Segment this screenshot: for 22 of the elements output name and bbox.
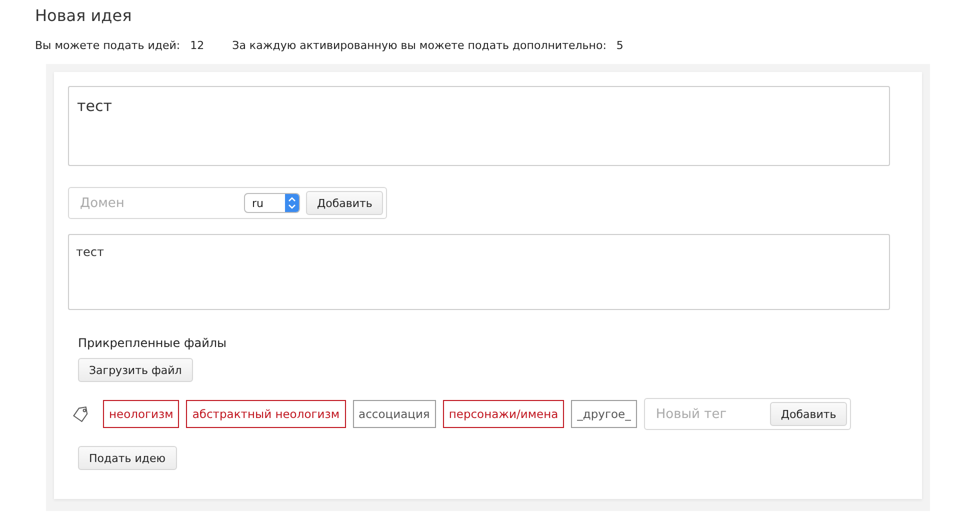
tag[interactable]: _другое_ — [571, 400, 637, 428]
add-tag-button[interactable]: Добавить — [770, 402, 848, 426]
tag[interactable]: неологизм — [103, 400, 180, 428]
zone-select[interactable]: ru — [244, 193, 300, 213]
tag-icon — [72, 405, 90, 423]
updown-icon — [285, 194, 299, 212]
upload-button[interactable]: Загрузить файл — [78, 358, 193, 382]
description-field[interactable]: тест — [68, 234, 890, 310]
title-field[interactable]: тест — [68, 86, 890, 166]
attachments-label: Прикрепленные файлы — [78, 336, 228, 350]
page-title: Новая идея — [35, 6, 133, 25]
submit-button[interactable]: Подать идею — [78, 446, 177, 470]
stat-label: За каждую активированную вы можете подать дополнительно: — [232, 39, 606, 52]
add-domain-button[interactable]: Добавить — [306, 191, 384, 215]
domain-field[interactable]: Домен ru Добавить — [68, 187, 388, 219]
stat-label: Вы можете подать идей: — [35, 39, 180, 52]
stat-value: 5 — [616, 39, 624, 52]
stat-value: 12 — [190, 39, 204, 52]
tag[interactable]: абстрактный неологизм — [186, 400, 346, 428]
new-tag-field[interactable]: Новый тег Добавить — [644, 398, 852, 430]
tag[interactable]: ассоциация — [352, 400, 436, 428]
tag[interactable]: персонажи/имена — [442, 400, 564, 428]
